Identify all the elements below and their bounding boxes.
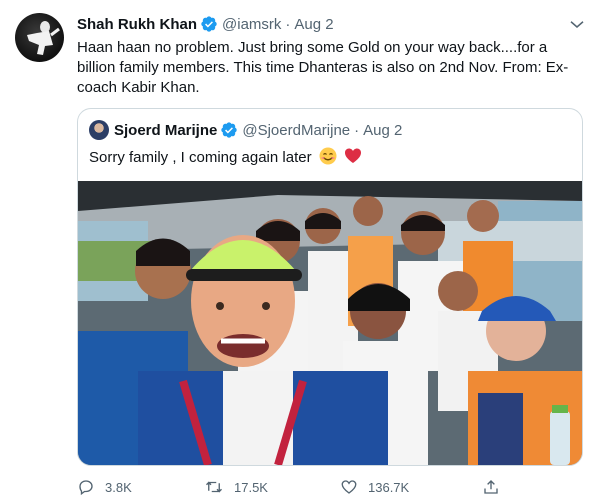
reply-icon xyxy=(79,480,93,496)
quoted-header-separator: · xyxy=(354,121,360,139)
retweet-count: 17.5K xyxy=(234,479,268,495)
quoted-tweet-text-line: Sorry family , I coming again later xyxy=(89,147,362,168)
verified-badge-icon xyxy=(221,122,238,138)
retweet-action[interactable]: 17.5K xyxy=(204,478,268,496)
quoted-tweet-text: Sorry family , I coming again later xyxy=(89,149,312,166)
quoted-author-avatar[interactable] xyxy=(89,120,109,140)
quoted-author-handle[interactable]: @SjoerdMarijne xyxy=(242,122,350,139)
reply-count: 3.8K xyxy=(105,479,132,495)
like-action[interactable]: 136.7K xyxy=(340,478,409,496)
like-count: 136.7K xyxy=(368,479,410,495)
share-icon xyxy=(484,480,498,494)
author-avatar[interactable] xyxy=(15,13,64,62)
tweet-date[interactable]: Aug 2 xyxy=(294,16,333,33)
quoted-tweet-date[interactable]: Aug 2 xyxy=(363,122,402,139)
tweet-card[interactable]: Shah Rukh Khan @iamsrk · Aug 2 Haan haan… xyxy=(0,0,600,500)
header-separator: · xyxy=(285,15,291,33)
reply-action[interactable]: 3.8K xyxy=(77,478,132,496)
more-options-icon[interactable] xyxy=(568,15,586,33)
red-heart-emoji xyxy=(344,148,361,163)
quoted-tweet[interactable]: Sjoerd Marijne @SjoerdMarijne · Aug 2 So… xyxy=(77,108,583,466)
like-icon xyxy=(341,480,357,494)
retweet-icon xyxy=(206,481,222,493)
quoted-tweet-photo[interactable] xyxy=(78,181,582,465)
author-handle[interactable]: @iamsrk xyxy=(222,16,281,33)
tweet-text: Haan haan no problem. Just bring some Go… xyxy=(77,39,569,96)
quoted-author-name[interactable]: Sjoerd Marijne xyxy=(114,122,217,139)
tweet-header: Shah Rukh Khan @iamsrk · Aug 2 xyxy=(77,14,334,34)
verified-badge-icon xyxy=(201,16,217,32)
share-action[interactable] xyxy=(482,478,510,496)
quoted-tweet-header: Sjoerd Marijne @SjoerdMarijne · Aug 2 xyxy=(89,120,402,140)
tweet-actions: 3.8K 17.5K 136.7K xyxy=(77,478,517,498)
author-name[interactable]: Shah Rukh Khan xyxy=(77,16,197,33)
smiling-face-emoji xyxy=(319,147,337,165)
